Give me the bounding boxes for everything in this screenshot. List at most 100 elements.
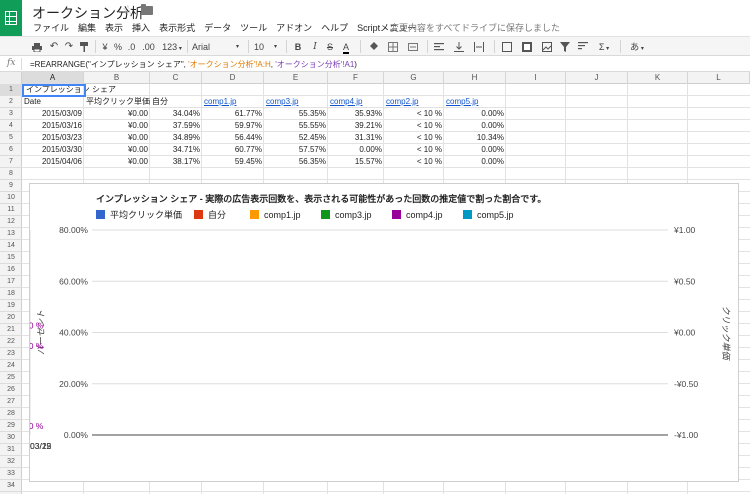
- row-header-23[interactable]: 23: [0, 348, 22, 360]
- text-color-button[interactable]: A: [340, 40, 352, 54]
- menu-insert[interactable]: 挿入: [132, 23, 150, 33]
- formula-input[interactable]: =REARRANGE("インプレッション シェア", 'オークション分析'!A:…: [30, 59, 357, 70]
- column-header-e[interactable]: E: [264, 72, 328, 84]
- redo-icon[interactable]: ↷: [63, 40, 75, 54]
- row-header-25[interactable]: 25: [0, 372, 22, 384]
- align-left-icon[interactable]: [432, 40, 446, 54]
- menu-edit[interactable]: 編集: [78, 23, 96, 33]
- italic-button[interactable]: I: [310, 40, 320, 54]
- row-header-10[interactable]: 10: [0, 192, 22, 204]
- row-header-9[interactable]: 9: [0, 180, 22, 192]
- row-header-32[interactable]: 32: [0, 456, 22, 468]
- row-header-5[interactable]: 5: [0, 132, 22, 144]
- row-header-4[interactable]: 4: [0, 120, 22, 132]
- data-cell[interactable]: ¥0.00: [84, 156, 150, 168]
- column-header-d[interactable]: D: [202, 72, 264, 84]
- data-cell[interactable]: 2015/03/16: [22, 120, 84, 132]
- more-formats-button[interactable]: 123 ▾: [160, 40, 184, 54]
- data-cell[interactable]: 61.77%: [202, 108, 264, 120]
- merge-cells-icon[interactable]: [406, 40, 420, 54]
- data-cell[interactable]: 34.04%: [150, 108, 202, 120]
- header-cell[interactable]: 自分: [150, 96, 202, 108]
- currency-format-button[interactable]: ¥: [100, 40, 110, 54]
- column-header-k[interactable]: K: [628, 72, 688, 84]
- increase-decimal-button[interactable]: .00: [140, 40, 157, 54]
- vertical-align-icon[interactable]: [452, 40, 466, 54]
- select-all-corner[interactable]: [0, 72, 22, 84]
- row-header-27[interactable]: 27: [0, 396, 22, 408]
- data-cell[interactable]: 31.31%: [328, 132, 384, 144]
- column-header-a[interactable]: A: [22, 72, 84, 84]
- row-header-1[interactable]: 1: [0, 84, 22, 96]
- row-header-30[interactable]: 30: [0, 432, 22, 444]
- row-header-31[interactable]: 31: [0, 444, 22, 456]
- data-cell[interactable]: < 10 %: [384, 144, 444, 156]
- row-header-18[interactable]: 18: [0, 288, 22, 300]
- row-header-26[interactable]: 26: [0, 384, 22, 396]
- row-header-2[interactable]: 2: [0, 96, 22, 108]
- percent-format-button[interactable]: %: [113, 40, 123, 54]
- column-header-l[interactable]: L: [688, 72, 750, 84]
- data-cell[interactable]: < 10 %: [384, 108, 444, 120]
- row-header-28[interactable]: 28: [0, 408, 22, 420]
- data-cell[interactable]: 56.35%: [264, 156, 328, 168]
- input-tools-button[interactable]: あ ▾: [628, 40, 646, 54]
- menu-file[interactable]: ファイル: [33, 23, 69, 33]
- data-cell[interactable]: 34.71%: [150, 144, 202, 156]
- column-header-g[interactable]: G: [384, 72, 444, 84]
- star-icon[interactable]: ☆: [122, 2, 134, 18]
- bold-button[interactable]: B: [293, 40, 303, 54]
- row-header-6[interactable]: 6: [0, 144, 22, 156]
- sort-icon[interactable]: [576, 40, 590, 54]
- row-header-14[interactable]: 14: [0, 240, 22, 252]
- chart[interactable]: インプレッション シェア - 実際の広告表示回数を、表示される可能性があった回数…: [29, 183, 739, 482]
- header-cell[interactable]: comp4.jp: [328, 96, 384, 108]
- row-header-29[interactable]: 29: [0, 420, 22, 432]
- insert-chart-icon[interactable]: [520, 40, 534, 54]
- data-cell[interactable]: 37.59%: [150, 120, 202, 132]
- data-cell[interactable]: 55.55%: [264, 120, 328, 132]
- menu-view[interactable]: 表示: [105, 23, 123, 33]
- row-header-33[interactable]: 33: [0, 468, 22, 480]
- data-cell[interactable]: 15.57%: [328, 156, 384, 168]
- column-header-f[interactable]: F: [328, 72, 384, 84]
- filter-icon[interactable]: [558, 40, 572, 54]
- data-cell[interactable]: 39.21%: [328, 120, 384, 132]
- menu-tools[interactable]: ツール: [240, 23, 267, 33]
- data-cell[interactable]: 0.00%: [444, 108, 506, 120]
- header-cell[interactable]: comp2.jp: [384, 96, 444, 108]
- menu-data[interactable]: データ: [204, 23, 231, 33]
- row-header-8[interactable]: 8: [0, 168, 22, 180]
- decrease-decimal-button[interactable]: .0: [125, 40, 138, 54]
- row-header-3[interactable]: 3: [0, 108, 22, 120]
- font-size-select[interactable]: 10 ▾: [254, 40, 282, 54]
- row-header-24[interactable]: 24: [0, 360, 22, 372]
- data-cell[interactable]: 34.89%: [150, 132, 202, 144]
- text-wrap-icon[interactable]: [472, 40, 486, 54]
- data-cell[interactable]: 35.93%: [328, 108, 384, 120]
- data-cell[interactable]: ¥0.00: [84, 144, 150, 156]
- data-cell[interactable]: 2015/03/23: [22, 132, 84, 144]
- row-header-34[interactable]: 34: [0, 480, 22, 492]
- menu-addons[interactable]: アドオン: [276, 23, 312, 33]
- column-header-b[interactable]: B: [84, 72, 150, 84]
- row-header-7[interactable]: 7: [0, 156, 22, 168]
- data-cell[interactable]: 59.45%: [202, 156, 264, 168]
- column-header-h[interactable]: H: [444, 72, 506, 84]
- column-header-c[interactable]: C: [150, 72, 202, 84]
- row-header-22[interactable]: 22: [0, 336, 22, 348]
- insert-comment-icon[interactable]: [500, 40, 514, 54]
- row-header-16[interactable]: 16: [0, 264, 22, 276]
- row-header-17[interactable]: 17: [0, 276, 22, 288]
- strikethrough-button[interactable]: S: [325, 40, 335, 54]
- functions-button[interactable]: Σ ▾: [596, 40, 612, 54]
- row-header-11[interactable]: 11: [0, 204, 22, 216]
- row-header-21[interactable]: 21: [0, 324, 22, 336]
- data-cell[interactable]: ¥0.00: [84, 120, 150, 132]
- data-cell[interactable]: 10.34%: [444, 132, 506, 144]
- header-cell[interactable]: comp3.jp: [264, 96, 328, 108]
- column-header-i[interactable]: I: [506, 72, 566, 84]
- data-cell[interactable]: ¥0.00: [84, 108, 150, 120]
- folder-icon[interactable]: [141, 4, 153, 15]
- data-cell[interactable]: 56.44%: [202, 132, 264, 144]
